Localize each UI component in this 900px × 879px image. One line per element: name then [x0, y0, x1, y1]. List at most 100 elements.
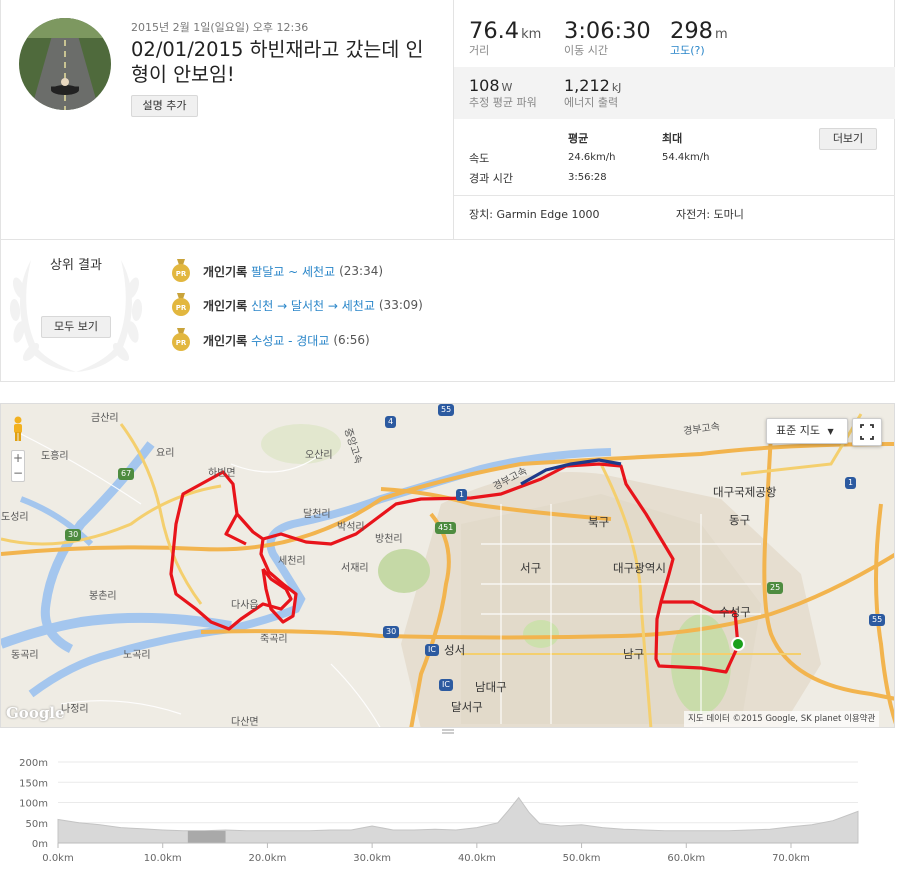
route-end-marker: [731, 637, 745, 651]
segment-link[interactable]: 수성교 - 경대교: [251, 332, 329, 349]
bike-info[interactable]: 자전거: 도마니: [676, 206, 744, 222]
stat-elevation: 298 m 고도(?): [670, 18, 728, 58]
x-tick-label: 50.0km: [563, 853, 601, 864]
route-shield: 4: [385, 416, 397, 428]
secondary-stats: 108 W 추정 평균 파워 1,212 kJ 에너지 출력: [454, 67, 895, 119]
map-label: 방천리: [375, 534, 403, 545]
x-tick-label: 20.0km: [249, 853, 287, 864]
achievement-label: 개인기록: [203, 333, 248, 348]
segment-link[interactable]: 신천 → 달서천 → 세천교: [251, 297, 375, 314]
map-label: 요리: [156, 448, 175, 459]
activity-date: 2015년 2월 1일(일요일) 오후 12:36: [131, 21, 309, 34]
map-label: 죽곡리: [260, 634, 288, 645]
map-label: 오산리: [305, 450, 333, 461]
map-label: 수성구: [719, 605, 751, 619]
svg-text:PR: PR: [176, 339, 187, 347]
col-header-max: 최대: [662, 132, 683, 145]
zoom-out-button[interactable]: −: [12, 466, 24, 481]
achievement-label: 개인기록: [203, 298, 248, 313]
avg-power-unit: W: [501, 81, 513, 94]
x-tick-label: 40.0km: [458, 853, 496, 864]
route-shield: 30: [65, 529, 82, 541]
athlete-avatar[interactable]: [19, 18, 111, 110]
elevation-help-link[interactable]: 고도(?): [670, 44, 728, 58]
street-view-pegman-icon[interactable]: [10, 416, 26, 442]
map-label: 달서구: [451, 700, 483, 714]
activity-summary-card: 2015년 2월 1일(일요일) 오후 12:36 02/01/2015 하빈재…: [0, 0, 895, 240]
elevation-value: 298: [670, 18, 713, 44]
svg-text:PR: PR: [176, 304, 187, 312]
route-shield: 30: [383, 626, 400, 638]
map-label: 하빈면: [208, 468, 236, 479]
achievement-label: 개인기록: [203, 264, 248, 279]
route-shield: 55: [438, 404, 455, 416]
achievements-title: 상위 결과: [50, 258, 102, 273]
elevation-chart[interactable]: 200m 150m 100m 50m 0m 0.0km 10.0km 20.0km 30.0km…: [0, 740, 895, 879]
route-shield: 25: [767, 582, 784, 594]
more-button[interactable]: 더보기: [819, 128, 877, 150]
svg-text:PR: PR: [176, 270, 187, 278]
speed-label: 속도: [469, 152, 490, 165]
ic-shield: IC: [425, 644, 439, 656]
moving-time-label: 이동 시간: [564, 44, 608, 57]
x-tick-label: 10.0km: [144, 853, 182, 864]
map-label: 금산리: [91, 413, 119, 424]
achievements-card: 상위 결과 모두 보기 PR 개인기록 팔달교 ~ 세천교 (23:34) PR…: [0, 240, 895, 382]
elevation-chart-svg[interactable]: 200m 150m 100m 50m 0m 0.0km 10.0km 20.0km 30.0km…: [0, 740, 895, 879]
add-description-button[interactable]: 설명 추가: [131, 95, 198, 117]
distance-label: 거리: [469, 44, 490, 57]
achievement-time: (33:09): [378, 298, 423, 312]
segment-link[interactable]: 팔달교 ~ 세천교: [251, 263, 335, 280]
col-header-avg: 평균: [568, 132, 589, 145]
map-label: 봉촌리: [89, 591, 117, 602]
y-tick-label: 0m: [32, 839, 48, 850]
y-tick-label: 150m: [19, 778, 48, 789]
fullscreen-button[interactable]: [852, 418, 882, 446]
stat-avg-power: 108 W 추정 평균 파워: [469, 76, 537, 110]
map-label: 동곡리: [11, 650, 39, 661]
map-label: 남대구: [475, 680, 507, 694]
achievement-item: PR 개인기록 신천 → 달서천 → 세천교 (33:09): [171, 293, 423, 317]
distance-unit: km: [521, 27, 542, 42]
route-shield: 451: [435, 522, 457, 534]
route-map[interactable]: 금산리 도흥리 요리 하빈면 오산리 달천리 박석리 방천리 세천리 서재리 다…: [0, 403, 895, 728]
energy-value: 1,212: [564, 76, 610, 95]
ic-shield: IC: [439, 679, 453, 691]
y-tick-label: 100m: [19, 799, 48, 810]
map-label: 나정리: [61, 704, 89, 715]
stat-distance: 76.4 km 거리: [469, 18, 541, 58]
x-tick-label: 70.0km: [772, 853, 810, 864]
stats-panel: 76.4 km 거리 3:06:30 이동 시간 298 m 고도(?) 108 W …: [453, 0, 895, 239]
energy-unit: kJ: [611, 81, 622, 94]
resize-handle-icon[interactable]: [440, 729, 456, 735]
map-label: 다산면: [231, 717, 259, 728]
moving-time-value: 3:06:30: [564, 18, 651, 44]
fullscreen-icon: [860, 424, 874, 440]
stats-divider: [454, 195, 895, 196]
x-tick-label: 60.0km: [667, 853, 705, 864]
achievement-time: (23:34): [339, 264, 384, 278]
chevron-down-icon: ▼: [827, 427, 834, 436]
zoom-in-button[interactable]: +: [12, 451, 24, 466]
route-shield: 1: [845, 477, 857, 489]
map-label: 다사읍: [231, 600, 259, 611]
pr-medal-icon: PR: [172, 293, 190, 316]
stat-energy: 1,212 kJ 에너지 출력: [564, 76, 621, 110]
map-attribution[interactable]: 지도 데이터 ©2015 Google, SK planet 이용약관: [684, 711, 880, 727]
map-label: 대구국제공항: [713, 485, 777, 499]
view-all-button[interactable]: 모두 보기: [41, 316, 111, 338]
stat-moving-time: 3:06:30 이동 시간: [564, 18, 651, 58]
map-label: 북구: [588, 515, 610, 529]
speed-max: 54.4km/h: [662, 152, 710, 163]
achievement-item: PR 개인기록 수성교 - 경대교 (6:56): [171, 328, 370, 352]
map-label: 동구: [729, 513, 751, 527]
map-type-dropdown[interactable]: 표준 지도 ▼: [766, 418, 848, 444]
pr-medal-icon: PR: [172, 259, 190, 282]
distance-value: 76.4: [469, 18, 520, 44]
route-shield: 55: [869, 614, 886, 626]
avg-power-value: 108: [469, 76, 500, 95]
google-logo: Google: [6, 704, 65, 722]
map-label: 노곡리: [123, 650, 151, 661]
zoom-control: + −: [11, 450, 25, 482]
energy-label: 에너지 출력: [564, 96, 619, 109]
